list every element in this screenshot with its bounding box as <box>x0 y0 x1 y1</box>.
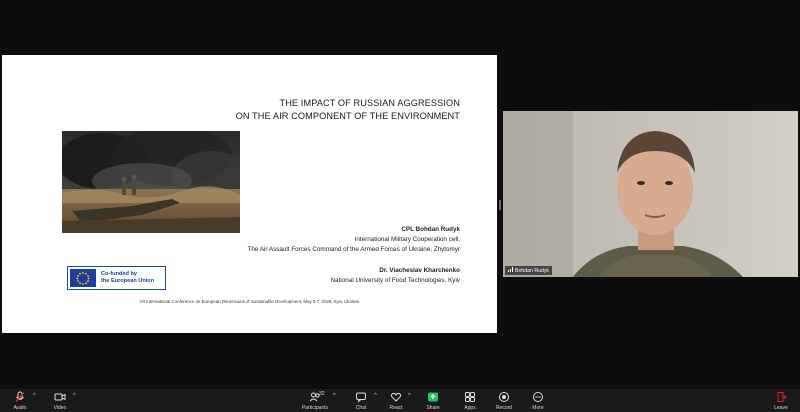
presenter-org: The Air Assault Forces Command of the Ar… <box>247 246 460 253</box>
coauthor-org: National University of Food Technologies… <box>330 277 460 284</box>
record-label: Record <box>495 405 513 411</box>
react-label: React <box>389 405 403 411</box>
presenter-role: International Military Cooperation cell, <box>354 236 460 243</box>
conference-footer: VII International Conference on European… <box>139 299 360 304</box>
eu-cofunded-logo: Co-funded by the European Union <box>67 266 166 290</box>
more-dots-icon <box>518 391 558 403</box>
coauthor-name: Dr. Viacheslav Kharchenko <box>379 267 460 274</box>
eu-text-line1: Co-funded by <box>101 271 138 277</box>
chat-label: Chat <box>355 405 367 411</box>
more-label: More <box>532 405 544 411</box>
leave-door-icon <box>761 391 800 403</box>
split-resize-handle[interactable] <box>499 200 501 210</box>
participant-video-feed <box>503 111 798 277</box>
slide-photo <box>62 131 240 233</box>
participants-button[interactable]: 32 Participants <box>295 391 335 411</box>
leave-label: Leave <box>774 405 788 411</box>
participants-label: Participants <box>301 405 329 411</box>
participant-name: Bohdan Rudyk <box>515 267 550 274</box>
audio-options-caret[interactable]: ^ <box>33 393 36 399</box>
share-screen-icon <box>413 391 453 403</box>
battlefield-smoke-image <box>62 131 240 233</box>
leave-button[interactable]: Leave <box>761 391 800 411</box>
slide-title-line1: THE IMPACT OF RUSSIAN AGGRESSION <box>279 98 460 108</box>
meeting-toolbar: Audio ^ Video ^ 32 Participants ^ Chat ^… <box>0 389 800 412</box>
eu-flag-icon <box>70 269 96 287</box>
signal-bars-icon <box>508 267 513 274</box>
participants-count: 32 <box>319 391 325 397</box>
video-label: Video <box>53 405 67 411</box>
participants-options-caret[interactable]: ^ <box>333 393 336 399</box>
participant-name-tag: Bohdan Rudyk <box>505 266 553 275</box>
react-options-caret[interactable]: ^ <box>408 393 411 399</box>
share-button[interactable]: Share <box>413 391 453 411</box>
more-button[interactable]: More <box>518 391 558 411</box>
shared-slide: THE IMPACT OF RUSSIAN AGGRESSION ON THE … <box>2 55 497 333</box>
eu-text-line2: the European Union <box>101 278 155 284</box>
slide-title: THE IMPACT OF RUSSIAN AGGRESSION ON THE … <box>160 97 460 123</box>
coauthor-info: Dr. Viacheslav Kharchenko National Unive… <box>160 266 460 286</box>
presenter-name: CPL Bohdan Rudyk <box>401 226 460 233</box>
participant-video-tile[interactable]: Bohdan Rudyk <box>503 111 798 277</box>
presenter-info: CPL Bohdan Rudyk International Military … <box>160 225 460 255</box>
apps-label: Apps <box>464 405 476 411</box>
audio-label: Audio <box>13 405 27 411</box>
slide-title-line2: ON THE AIR COMPONENT OF THE ENVIRONMENT <box>235 111 460 121</box>
share-label: Share <box>426 405 440 411</box>
participants-icon: 32 <box>295 391 335 403</box>
video-options-caret[interactable]: ^ <box>73 393 76 399</box>
